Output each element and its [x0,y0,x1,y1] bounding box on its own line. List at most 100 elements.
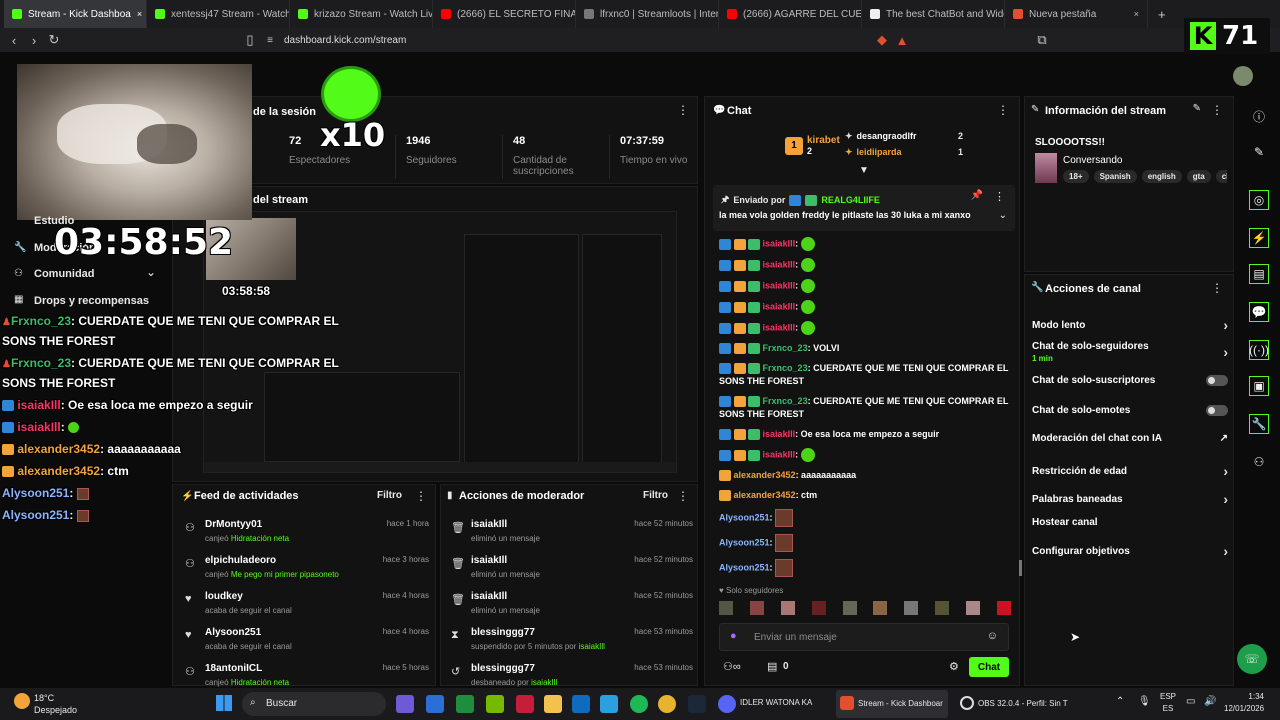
activity-row[interactable]: ♥ loudkey acaba de seguir el canal hace 4 h… [185,591,429,627]
mod-filter-button[interactable]: Filtro [643,490,668,501]
info-icon[interactable]: ⓘ [1249,106,1269,126]
camera-icon[interactable]: ◎ [1249,190,1269,210]
forward-icon[interactable]: › [24,33,44,48]
stream-tag[interactable]: gta [1186,170,1211,183]
windows-start-icon[interactable] [216,695,232,711]
browser-tab[interactable]: xentessj47 Stream - Watch Live× [147,0,290,28]
photos-icon[interactable] [600,695,618,713]
mic-icon[interactable]: 🎙 [1138,696,1151,707]
stream-tag[interactable]: english [1141,170,1182,183]
mod-action-row[interactable]: 🗑 isaiakIll eliminó un mensaje hace 52 minu… [451,519,693,555]
chevron-down-icon[interactable]: ⌄ [146,265,156,279]
chat-scrollbar[interactable] [1019,560,1022,576]
mod-action-user[interactable]: blessinggg77 [471,663,626,674]
chat-username[interactable]: isaiakIll [763,449,796,459]
discord-icon[interactable] [718,695,736,713]
chat-message[interactable]: alexander3452: ctm [719,489,1009,502]
taskbar-app-2[interactable]: Stream - Kick Dashboar [836,690,948,718]
edit-icon[interactable]: ✎ [1193,103,1201,114]
more-options-icon[interactable]: ⋮ [415,489,427,503]
back-icon[interactable]: ‹ [4,33,24,48]
toggle-switch[interactable] [1206,405,1228,416]
weather-icon[interactable] [14,693,30,709]
channel-action-item[interactable]: Configurar objetivos › [1032,543,1228,559]
chat-username[interactable]: Frxnco_23 [763,363,808,373]
close-icon[interactable]: × [1134,9,1139,19]
channel-action-item[interactable]: Chat de solo-emotes [1032,405,1228,416]
browser-tab[interactable]: (2666) AGARRE DEL CUELLO R× [719,0,862,28]
taskbar-app-1[interactable]: IDLER WATONA KA [740,698,830,707]
bookmark-icon[interactable]: ▯ [240,32,260,48]
mic-icon[interactable]: ● [730,630,737,642]
new-tab-button[interactable]: + [1158,7,1166,22]
chat-username[interactable]: Alysoon251 [719,537,770,547]
chat-username[interactable]: isaiakIll [763,429,796,439]
copilot-icon[interactable] [396,695,414,713]
browser-tab[interactable]: Stream - Kick Dashboa × [4,0,147,28]
users-icon[interactable]: ⚇ [1249,452,1269,472]
activity-row[interactable]: ♥ Alysoon251 acaba de seguir el canal hace … [185,627,429,663]
chat-username[interactable]: isaiakIll [763,280,796,290]
chat-username[interactable]: isaiakIll [763,322,796,332]
chat-message[interactable]: isaiakIll: [719,448,1009,462]
chat-message[interactable]: isaiakIll: Oe esa loca me empezo a segui… [719,428,1009,441]
channel-action-item[interactable]: Hostear canal [1032,517,1228,528]
more-options-icon[interactable]: ⋮ [677,489,689,503]
stream-tag[interactable]: Spanish [1093,170,1137,183]
chat-message[interactable]: Alysoon251: [719,559,1009,577]
shield-icon[interactable]: ▣ [1249,376,1269,396]
taskbar-search[interactable]: ⌕ Buscar [242,692,386,716]
chat-message[interactable]: alexander3452: aaaaaaaaaaa [719,469,1009,482]
document-icon[interactable]: ▤ [1249,264,1269,284]
chat-username[interactable]: isaiakIll [763,259,796,269]
leader-row[interactable]: ✦ desangraodlfr 2 [845,131,963,142]
lightning-icon[interactable]: ⚡ [1249,228,1269,248]
browser-tab[interactable]: Nueva pestaña × [1005,0,1148,28]
taskbar-app-3[interactable]: OBS 32.0.4 - Perfil: Sin T [956,690,1068,718]
close-icon[interactable]: × [137,9,142,19]
chat-username[interactable]: Alysoon251 [719,512,770,522]
channel-action-item[interactable]: Restricción de edad › [1032,463,1228,479]
mod-action-user[interactable]: isaiakIll [471,519,626,530]
chevron-down-icon[interactable]: ⌄ [999,210,1007,221]
chat-username[interactable]: isaiakIll [763,238,796,248]
chat-message[interactable]: isaiakIll: [719,321,1009,335]
channel-action-item[interactable]: Modo lento › [1032,317,1228,333]
browser-tab[interactable]: The best ChatBot and Widgets× [862,0,1005,28]
stream-tag[interactable]: 18+ [1063,170,1089,183]
chat-message[interactable]: Alysoon251: [719,534,1009,552]
channel-action-item[interactable]: Palabras baneadas › [1032,491,1228,507]
chest-icon[interactable]: ▤ [767,660,777,673]
chat-message[interactable]: Frxnco_23: CUERDATE QUE ME TENI QUE COMP… [719,362,1009,388]
chat-message[interactable]: Frxnco_23: CUERDATE QUE ME TENI QUE COMP… [719,395,1009,421]
chrome-icon[interactable] [658,695,676,713]
chat-username[interactable]: alexander3452 [734,490,796,500]
pencil-icon[interactable]: ✎ [1249,142,1269,162]
activity-filter-button[interactable]: Filtro [377,490,402,501]
avatar[interactable] [1233,66,1253,86]
volume-icon[interactable]: 🔊 [1204,696,1216,707]
settings-icon[interactable]: ⚙ [949,660,959,673]
browser-tab[interactable]: krizazo Stream - Watch Live on× [290,0,433,28]
menu-item-drops[interactable]: Drops y recompensas [34,295,149,307]
chat-username[interactable]: Frxnco_23 [763,396,808,406]
xbox-icon[interactable] [456,695,474,713]
activity-user[interactable]: elpichuladeoro [205,555,375,566]
channel-action-item[interactable]: Moderación del chat con IA ↗ [1032,433,1228,444]
mod-action-user[interactable]: blessinggg77 [471,627,626,638]
wrench-icon[interactable]: 🔧 [1249,414,1269,434]
menu-item-comunidad[interactable]: Comunidad [34,268,95,280]
stream-tag[interactable]: cl [1215,170,1227,183]
leader-row[interactable]: ✦ leidiiparda 1 [845,147,963,158]
more-options-icon[interactable]: ⋮ [1211,281,1223,295]
explorer-icon[interactable] [544,695,562,713]
activity-user[interactable]: 18antoniICL [205,663,375,674]
extensions-icon[interactable]: ⧉ [1032,32,1052,48]
site-info-icon[interactable]: ≡ [260,35,280,46]
pinned-message[interactable]: 🖈 Enviado por REALG4LIIFE 📌 ⋮ la mea vol… [713,185,1015,231]
tray-chevron-icon[interactable]: ⌃ [1116,696,1124,707]
users-icon[interactable]: ⚇∞ [723,660,741,673]
chat-username[interactable]: isaiakIll [763,301,796,311]
brave-shield-icon[interactable]: ◆ [872,32,892,48]
more-options-icon[interactable]: ⋮ [997,103,1009,117]
